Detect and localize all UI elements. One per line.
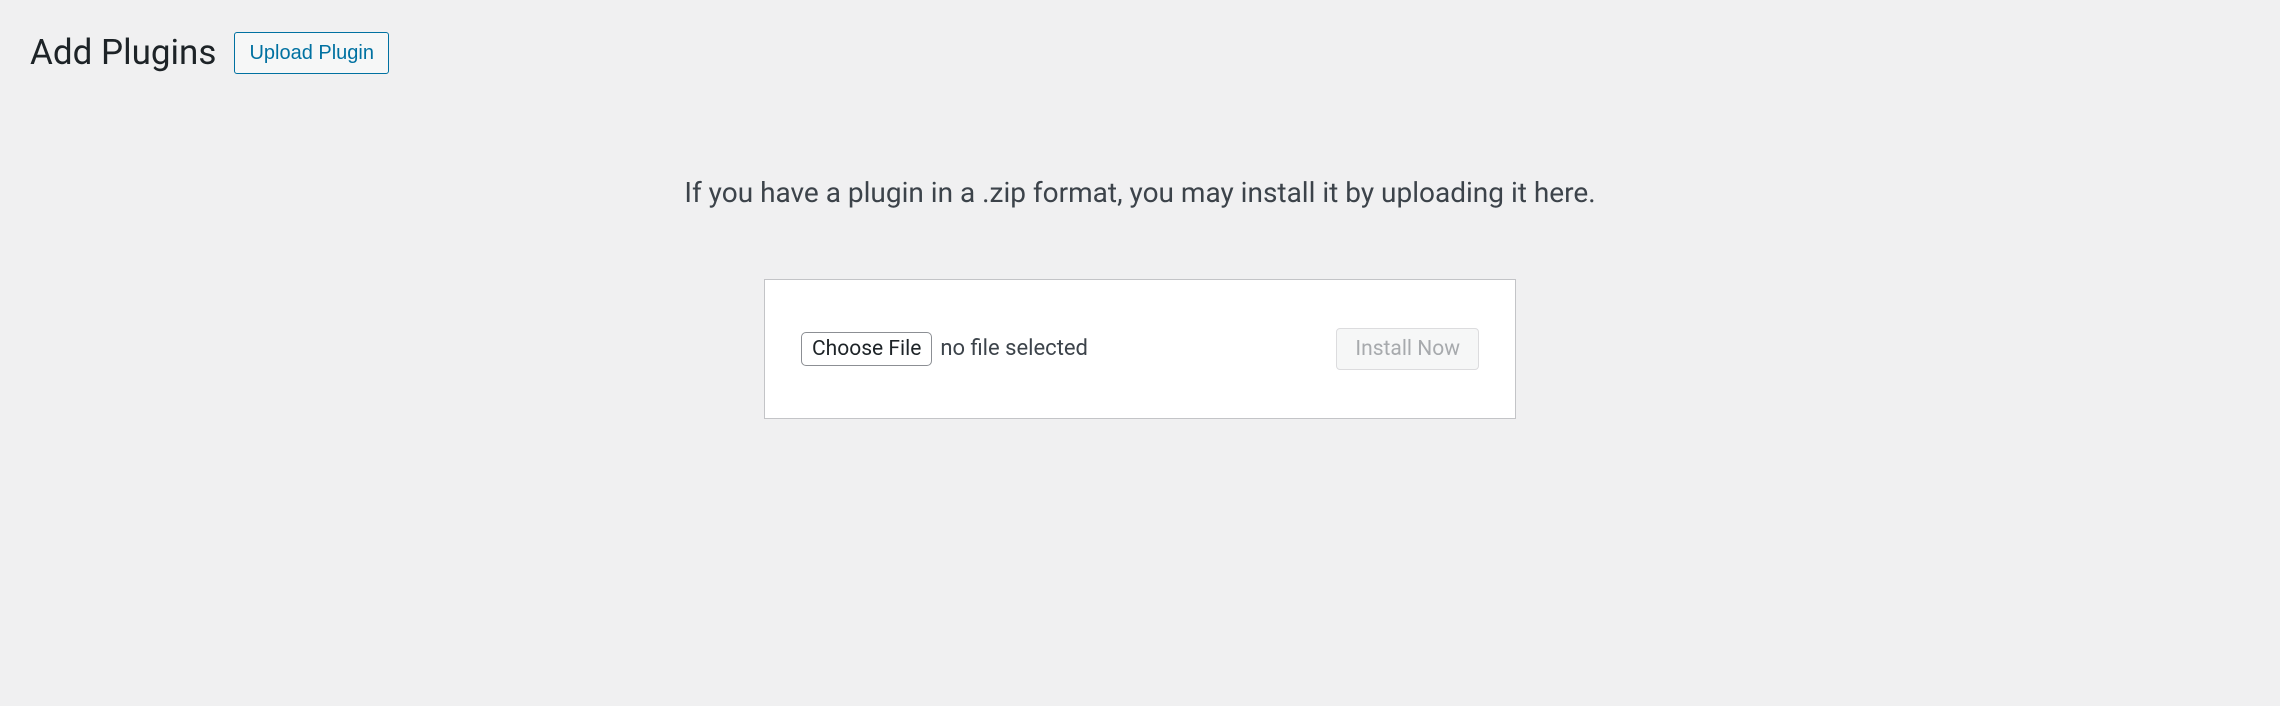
install-now-button[interactable]: Install Now [1336,328,1479,370]
page-title: Add Plugins [30,30,216,76]
file-status-text: no file selected [940,336,1088,361]
upload-form: Choose File no file selected Install Now [764,279,1516,419]
upload-plugin-button[interactable]: Upload Plugin [234,32,389,74]
page-header: Add Plugins Upload Plugin [30,30,2250,76]
choose-file-button[interactable]: Choose File [801,332,932,366]
file-input-group: Choose File no file selected [801,332,1088,366]
upload-description: If you have a plugin in a .zip format, y… [30,176,2250,209]
